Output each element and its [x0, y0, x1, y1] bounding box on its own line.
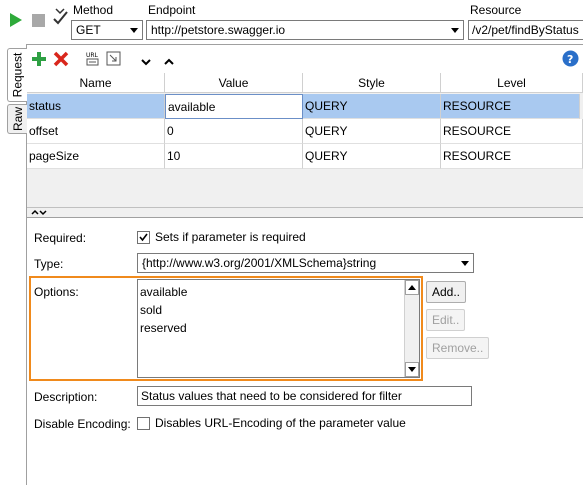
disable-encoding-label: Disable Encoding: [34, 417, 131, 431]
options-list[interactable]: available sold reserved [137, 279, 420, 378]
add-option-button[interactable]: Add.. [426, 281, 467, 303]
chevron-down-icon [446, 21, 463, 39]
column-header-level[interactable]: Level [441, 73, 583, 93]
column-header-style[interactable]: Style [303, 73, 441, 93]
stop-icon[interactable] [31, 13, 47, 29]
list-item[interactable]: reserved [140, 319, 187, 337]
chevron-down-icon [456, 254, 473, 272]
play-icon[interactable] [8, 12, 24, 28]
type-label: Type: [34, 257, 64, 271]
svg-text:?: ? [567, 53, 573, 66]
endpoint-label: Endpoint [148, 3, 196, 17]
description-label: Description: [34, 390, 98, 404]
splitter[interactable] [27, 207, 583, 218]
cell-style[interactable]: QUERY [303, 94, 441, 119]
scroll-down-icon[interactable] [405, 362, 419, 377]
column-header-name[interactable]: Name [27, 73, 165, 93]
cell-value[interactable]: 10 [165, 144, 303, 169]
cell-style[interactable]: QUERY [303, 144, 441, 169]
chevron-up-icon[interactable] [163, 55, 175, 65]
endpoint-value: http://petstore.swagger.io [151, 23, 286, 37]
cell-value[interactable]: available [165, 94, 303, 119]
url-icon[interactable]: URL [85, 49, 101, 67]
list-item[interactable]: sold [140, 301, 162, 319]
cell-value[interactable]: 0 [165, 119, 303, 144]
required-checkbox-label: Sets if parameter is required [155, 230, 306, 244]
cell-level[interactable]: RESOURCE [441, 144, 583, 169]
delete-icon[interactable] [53, 51, 69, 67]
options-label: Options: [34, 285, 79, 299]
cell-style[interactable]: QUERY [303, 119, 441, 144]
type-value: {http://www.w3.org/2001/XMLSchema}string [142, 256, 377, 270]
endpoint-select[interactable]: http://petstore.swagger.io [146, 20, 464, 40]
disable-encoding-checkbox[interactable] [137, 417, 150, 430]
help-icon[interactable]: ? [562, 50, 579, 67]
list-item[interactable]: available [140, 283, 187, 301]
options-scrollbar[interactable] [404, 280, 419, 377]
remove-option-button[interactable]: Remove.. [426, 337, 490, 359]
check-options-icon[interactable] [52, 7, 70, 27]
tab-request[interactable]: Request [7, 48, 27, 102]
expand-icon[interactable] [106, 51, 122, 67]
cell-level[interactable]: RESOURCE [441, 94, 580, 119]
edit-option-button[interactable]: Edit.. [426, 309, 466, 331]
tab-raw[interactable]: Raw [7, 104, 27, 134]
disable-encoding-checkbox-label: Disables URL-Encoding of the parameter v… [155, 416, 406, 430]
chevron-down-icon[interactable] [140, 55, 152, 66]
splitter-arrows-icon[interactable] [30, 208, 50, 217]
cell-level[interactable]: RESOURCE [441, 119, 583, 144]
column-header-value[interactable]: Value [165, 73, 303, 93]
method-value: GET [76, 23, 101, 37]
tab-request-label: Request [10, 52, 25, 98]
scroll-up-icon[interactable] [405, 280, 419, 295]
required-label: Required: [34, 231, 87, 245]
type-select[interactable]: {http://www.w3.org/2001/XMLSchema}string [137, 253, 474, 273]
check-icon [139, 233, 148, 242]
required-checkbox[interactable] [137, 231, 150, 244]
method-select[interactable]: GET [71, 20, 143, 40]
chevron-down-icon [125, 21, 142, 39]
description-input[interactable]: Status values that need to be considered… [137, 386, 472, 406]
cell-name[interactable]: offset [27, 119, 165, 144]
method-label: Method [73, 3, 114, 17]
add-icon[interactable] [31, 51, 47, 67]
resource-label: Resource [470, 3, 522, 17]
cell-name[interactable]: status [27, 94, 165, 119]
tab-raw-label: Raw [10, 106, 25, 132]
cell-name[interactable]: pageSize [27, 144, 165, 169]
svg-text:URL: URL [86, 52, 99, 59]
resource-field[interactable]: /v2/pet/findByStatus [468, 20, 583, 40]
